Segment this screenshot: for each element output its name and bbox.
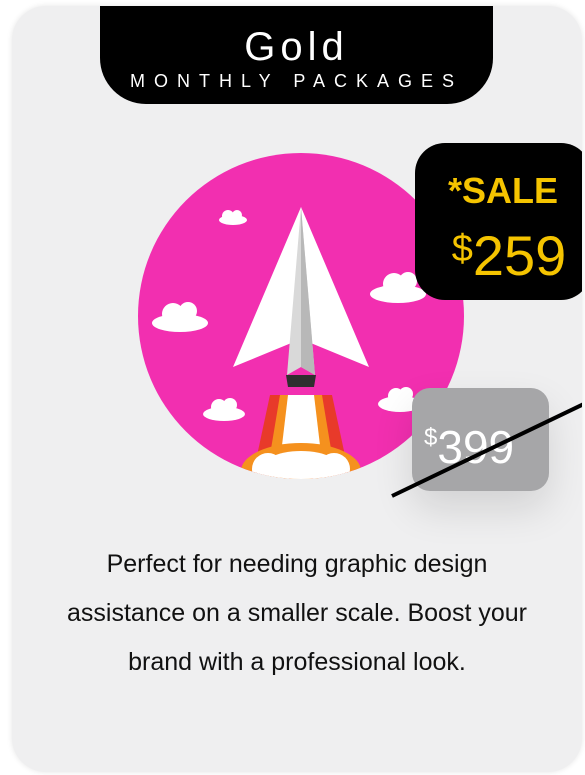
sale-label: *SALE [447,170,559,211]
rocket-nozzle [286,375,316,387]
plan-subtitle: MONTHLY PACKAGES [129,71,464,91]
sale-amount: 259 [472,224,567,287]
plan-header: Gold MONTHLY PACKAGES [100,6,493,104]
strikethrough-line [391,402,582,498]
plan-name: Gold [244,25,349,69]
plan-description: Perfect for needing graphic design assis… [67,550,527,676]
sale-price: $259 [427,218,582,287]
pricing-card: Gold MONTHLY PACKAGES *SALE $259 $399 Pe… [12,6,582,772]
sale-price-badge: *SALE $259 [415,143,582,300]
sale-currency: $ [451,228,473,270]
